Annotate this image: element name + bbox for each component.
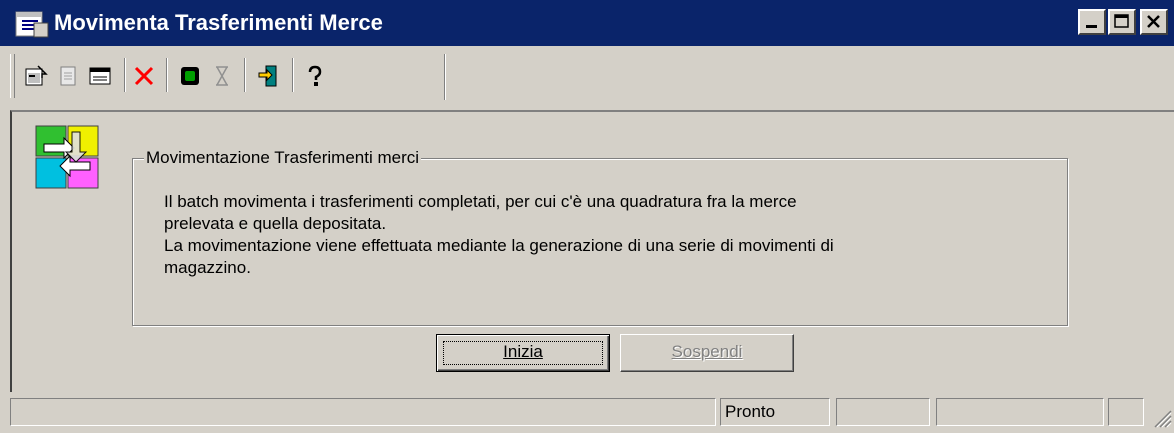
start-button-label: Inizia [503,342,543,361]
document-icon [60,66,76,86]
delete-icon [134,66,154,86]
minimize-button[interactable] [1078,9,1106,35]
document-button[interactable] [56,64,80,88]
close-button[interactable] [1140,9,1168,35]
window-button[interactable] [88,64,112,88]
group-title: Movimentazione Trasferimenti merci [144,147,422,169]
status-bar: Pronto [0,396,1174,430]
maximize-button[interactable] [1108,9,1136,35]
properties-icon [25,65,48,86]
run-icon [181,67,199,85]
run-button[interactable] [178,64,202,88]
status-pane-state: Pronto [720,398,830,426]
app-icon[interactable] [14,9,50,39]
batch-description: Il batch movimenta i trasferimenti compl… [164,191,1044,279]
window-icon [89,67,111,85]
description-line: Il batch movimenta i trasferimenti compl… [164,192,797,211]
description-line: prelevata e quella depositata. [164,214,387,233]
properties-button[interactable] [24,64,48,88]
toolbar-separator [124,58,126,92]
maximize-icon [1114,14,1129,28]
suspend-button[interactable]: Sospendi [620,334,794,372]
help-button[interactable] [302,64,326,88]
delete-button[interactable] [132,64,156,88]
status-pane-main [10,398,716,426]
description-line: La movimentazione viene effettuata media… [164,236,834,255]
description-line: magazzino. [164,258,251,277]
exit-icon [258,65,277,87]
toolbar-separator [244,58,246,92]
suspend-button-label: Sospendi [671,342,743,361]
toolbar [0,48,1174,106]
exit-button[interactable] [256,64,280,88]
hourglass-icon [216,66,228,86]
window-title: Movimenta Trasferimenti Merce [54,10,383,35]
status-text: Pronto [725,402,776,421]
toolbar-end [444,54,446,100]
title-bar[interactable]: Movimenta Trasferimenti Merce [0,0,1174,46]
resize-grip-icon[interactable] [1152,408,1172,428]
help-icon [308,65,322,86]
minimize-icon [1086,25,1097,28]
toolbar-separator [166,58,168,92]
close-icon [1147,15,1160,28]
status-pane [836,398,930,426]
status-pane [936,398,1104,426]
toolbar-separator [292,58,294,92]
start-button[interactable]: Inizia [436,334,610,372]
status-pane [1108,398,1144,426]
toolbar-grip[interactable] [10,54,15,98]
transfer-arrows-icon [34,124,100,190]
hourglass-button[interactable] [210,64,234,88]
